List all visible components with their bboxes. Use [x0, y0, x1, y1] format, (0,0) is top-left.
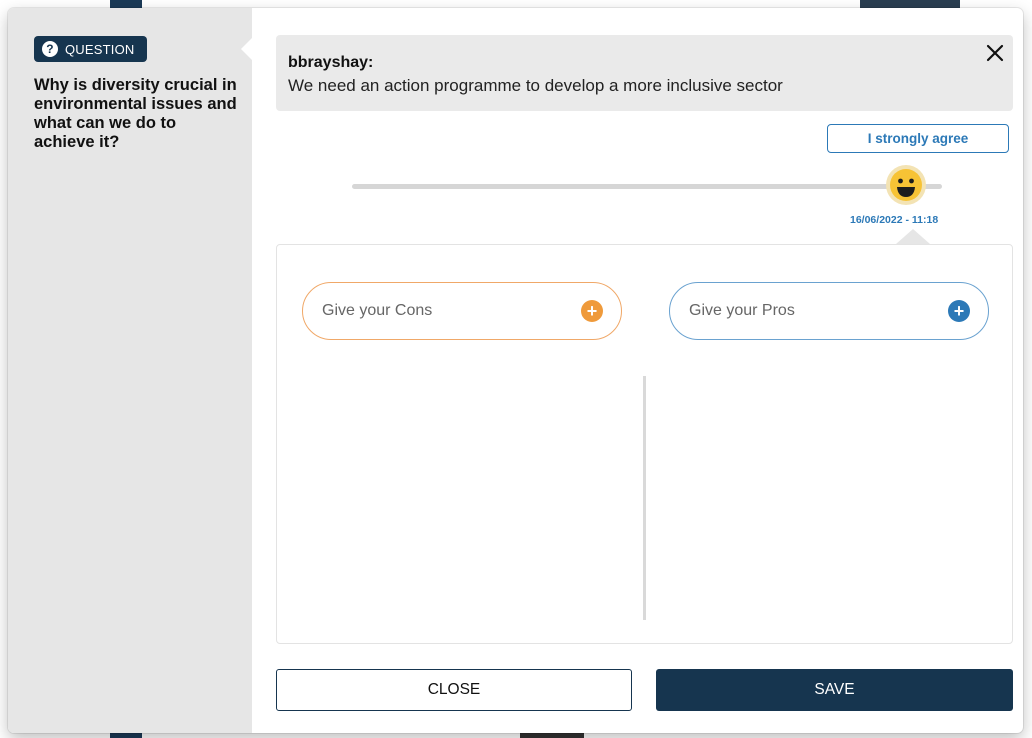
pros-placeholder: Give your Pros — [689, 302, 795, 319]
argument-modal: ? QUESTION Why is diversity crucial in e… — [8, 8, 1023, 733]
cons-placeholder: Give your Cons — [322, 302, 433, 319]
comment-text: We need an action programme to develop a… — [288, 76, 783, 95]
add-pros-icon[interactable]: + — [948, 300, 970, 322]
close-button[interactable]: CLOSE — [276, 669, 632, 711]
arguments-pointer — [896, 229, 930, 244]
opinion-label: I strongly agree — [827, 124, 1009, 153]
arguments-container: Give your Cons + Give your Pros + — [276, 244, 1013, 644]
comment-box: bbrayshay: We need an action programme t… — [276, 35, 1013, 111]
panel-pointer — [241, 38, 252, 60]
smiley-face-icon[interactable] — [885, 164, 927, 206]
close-icon[interactable] — [981, 39, 1009, 67]
arguments-divider — [643, 376, 646, 620]
question-badge: ? QUESTION — [34, 36, 147, 62]
opinion-slider-track[interactable] — [352, 184, 942, 189]
opinion-date: 16/06/2022 - 11:18 — [850, 214, 939, 226]
comment-author: bbrayshay: — [288, 54, 374, 71]
cons-input[interactable]: Give your Cons + — [302, 282, 622, 340]
question-badge-label: QUESTION — [65, 41, 135, 57]
pros-input[interactable]: Give your Pros + — [669, 282, 989, 340]
question-panel: ? QUESTION Why is diversity crucial in e… — [8, 8, 252, 733]
add-cons-icon[interactable]: + — [581, 300, 603, 322]
question-circle-icon: ? — [42, 41, 58, 57]
question-text: Why is diversity crucial in environmenta… — [34, 76, 237, 151]
save-button[interactable]: SAVE — [656, 669, 1013, 711]
